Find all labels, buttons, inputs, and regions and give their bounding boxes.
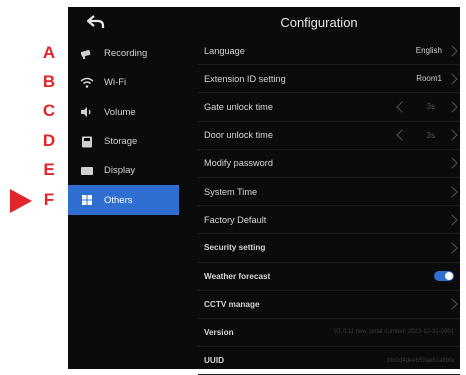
chevron-right-icon xyxy=(446,73,458,85)
pointer-arrow-icon xyxy=(10,189,32,213)
decrease-chevron-icon[interactable] xyxy=(396,101,408,113)
storage-icon xyxy=(80,136,94,148)
row-label: Weather forecast xyxy=(204,271,271,281)
modify-password-row[interactable]: Modify password xyxy=(198,150,460,178)
sidebar-item-label: Volume xyxy=(104,106,136,118)
decrease-chevron-icon[interactable] xyxy=(396,129,408,141)
annotation-letter-b: B xyxy=(42,72,56,91)
version-row: Version V1.0.11 new serial number: 2023-… xyxy=(198,319,460,348)
chevron-right-icon xyxy=(446,214,458,226)
weather-forecast-toggle[interactable] xyxy=(434,271,454,282)
factory-default-row[interactable]: Factory Default xyxy=(198,206,460,235)
door-unlock-value: 3s xyxy=(426,130,435,140)
weather-forecast-row: Weather forecast xyxy=(198,263,460,291)
row-label: System Time xyxy=(204,186,258,197)
settings-list: Language English Extension ID setting Ro… xyxy=(198,37,460,375)
row-label: UUID xyxy=(204,356,225,366)
row-label: Door unlock time xyxy=(204,130,273,141)
device-screen: Configuration Recording Wi-Fi Volume Sto… xyxy=(68,7,460,375)
sidebar-item-label: Storage xyxy=(104,136,138,148)
annotation-letter-a: A xyxy=(42,43,56,62)
sidebar-item-others[interactable]: Others xyxy=(68,185,179,215)
sidebar-item-label: Display xyxy=(104,165,136,177)
uuid-value: bfd2d4deeb59ae61a8bfa xyxy=(387,357,454,364)
back-arrow-icon[interactable] xyxy=(86,13,108,33)
display-icon xyxy=(80,165,94,177)
security-setting-row[interactable]: Security setting xyxy=(198,234,460,263)
cctv-manage-row[interactable]: CCTV manage xyxy=(198,291,460,319)
sidebar-item-label: Wi-Fi xyxy=(104,77,127,89)
row-label: Security setting xyxy=(204,243,266,253)
row-label: Version xyxy=(204,327,234,337)
row-label: CCTV manage xyxy=(204,299,260,309)
increase-chevron-icon[interactable] xyxy=(446,101,458,113)
language-value: English xyxy=(415,46,442,56)
gate-unlock-value: 3s xyxy=(426,102,435,112)
row-label: Gate unlock time xyxy=(204,101,273,112)
chevron-right-icon xyxy=(446,44,458,57)
sidebar-item-display[interactable]: Display xyxy=(68,156,179,185)
language-row[interactable]: Language English xyxy=(198,37,460,66)
annotation-letter-e: E xyxy=(43,160,55,179)
annotation-letter-f: F xyxy=(43,190,55,209)
gate-unlock-row: Gate unlock time 3s xyxy=(198,93,460,122)
sidebar-item-label: Others xyxy=(104,194,133,206)
system-time-row[interactable]: System Time xyxy=(198,178,460,207)
door-unlock-row: Door unlock time 3s xyxy=(198,122,460,150)
increase-chevron-icon[interactable] xyxy=(446,129,458,141)
extension-id-value: Room1 xyxy=(416,74,442,84)
sidebar-item-volume[interactable]: Volume xyxy=(68,98,179,127)
sidebar-item-recording[interactable]: Recording xyxy=(68,39,179,68)
sidebar: Recording Wi-Fi Volume Storage Display O… xyxy=(68,39,179,215)
chevron-right-icon xyxy=(446,298,458,310)
annotation-letter-c: C xyxy=(42,101,56,120)
speaker-icon xyxy=(80,106,94,118)
annotation-letter-d: D xyxy=(42,131,56,150)
version-value: V1.0.11 new serial number: 2023-12-31-00… xyxy=(333,329,454,336)
chevron-right-icon xyxy=(446,242,458,254)
row-label: Factory Default xyxy=(204,214,267,225)
grid-icon xyxy=(80,194,94,206)
row-label: Modify password xyxy=(204,158,273,169)
wifi-icon xyxy=(80,77,94,89)
page-title: Configuration xyxy=(280,15,358,30)
uuid-row: UUID bfd2d4deeb59ae61a8bfa xyxy=(198,347,460,375)
sidebar-item-storage[interactable]: Storage xyxy=(68,127,179,156)
row-label: Language xyxy=(204,45,245,56)
annotation-column: A B C D E F xyxy=(0,0,68,369)
sidebar-item-label: Recording xyxy=(104,48,148,60)
sidebar-item-wifi[interactable]: Wi-Fi xyxy=(68,68,179,97)
chevron-right-icon xyxy=(446,185,458,198)
chevron-right-icon xyxy=(446,157,458,170)
extension-id-row[interactable]: Extension ID setting Room1 xyxy=(198,65,460,94)
camera-icon xyxy=(80,48,94,60)
row-label: Extension ID setting xyxy=(204,73,286,84)
